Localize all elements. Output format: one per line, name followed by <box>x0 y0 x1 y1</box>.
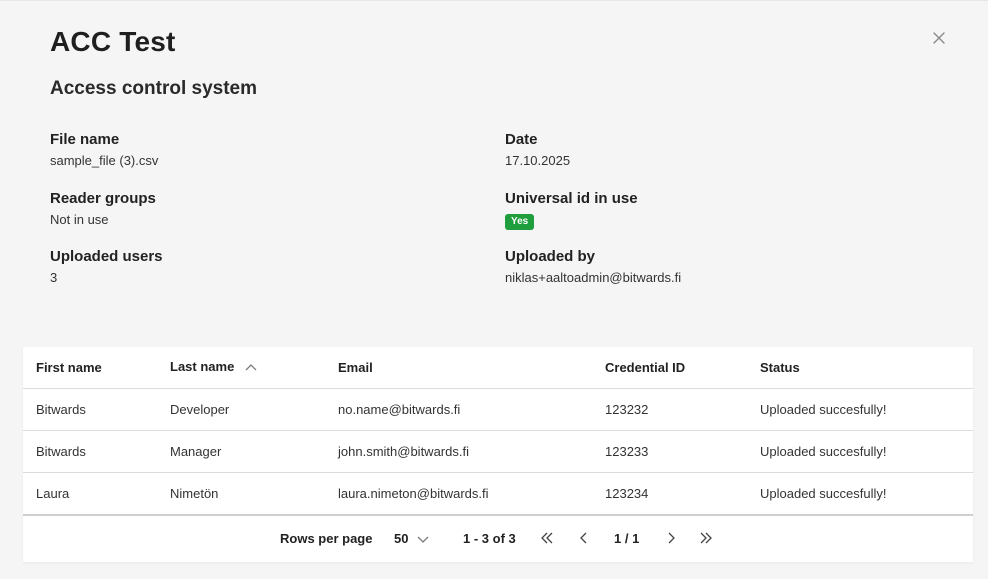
date-value: 17.10.2025 <box>505 153 571 168</box>
status-badge: Yes <box>505 214 535 230</box>
status-cell: Uploaded succesfully! <box>760 444 887 459</box>
reader-groups-value: Not in use <box>50 212 109 227</box>
column-header-credential-id[interactable]: Credential ID <box>592 347 747 389</box>
pagination-range: 1 - 3 of 3 <box>463 531 516 546</box>
users-table: First name Last name Email Credential ID… <box>23 347 973 516</box>
uploaded-users-value: 3 <box>50 270 58 285</box>
credential-id-cell: 123232 <box>605 402 649 417</box>
credential-id-cell: 123233 <box>605 444 649 459</box>
first-name-cell: Laura <box>36 486 70 501</box>
first-name-cell: Bitwards <box>36 402 86 417</box>
table-row: Bitwards Developer no.name@bitwards.fi 1… <box>23 388 973 431</box>
uploaded-users-label: Uploaded users <box>50 248 163 265</box>
chevron-right-icon <box>668 532 675 544</box>
top-divider <box>0 0 988 1</box>
rows-per-page-select[interactable]: 50 <box>394 531 430 547</box>
chevron-down-icon <box>416 532 430 547</box>
universal-id-field: Universal id in use Yes <box>505 190 638 230</box>
status-cell: Uploaded succesfully! <box>760 402 887 417</box>
uploaded-by-value: niklas+aaltoadmin@bitwards.fi <box>505 270 682 285</box>
column-header-status[interactable]: Status <box>747 347 973 389</box>
last-name-cell: Developer <box>170 402 230 417</box>
column-header-last-name[interactable]: Last name <box>157 347 325 389</box>
page-subtitle: Access control system <box>50 78 257 99</box>
close-button[interactable] <box>929 28 949 48</box>
table-header-row: First name Last name Email Credential ID… <box>23 347 973 389</box>
chevron-left-icon <box>580 532 587 544</box>
credential-id-cell: 123234 <box>605 486 649 501</box>
universal-id-label: Universal id in use <box>505 190 638 207</box>
file-name-value: sample_file (3).csv <box>50 153 159 168</box>
column-header-first-name[interactable]: First name <box>23 347 157 389</box>
next-page-button[interactable] <box>663 530 679 546</box>
first-page-button[interactable] <box>539 530 555 546</box>
double-chevron-left-icon <box>541 532 553 544</box>
email-cell: laura.nimeton@bitwards.fi <box>338 486 489 501</box>
column-header-email[interactable]: Email <box>325 347 592 389</box>
last-page-button[interactable] <box>698 530 714 546</box>
users-table-card: First name Last name Email Credential ID… <box>23 347 973 562</box>
rows-per-page-value: 50 <box>394 531 409 546</box>
uploaded-users-field: Uploaded users 3 <box>50 248 163 286</box>
status-cell: Uploaded succesfully! <box>760 486 887 501</box>
date-field: Date 17.10.2025 <box>505 131 570 169</box>
reader-groups-field: Reader groups Not in use <box>50 190 156 228</box>
rows-per-page-label: Rows per page <box>280 531 373 546</box>
column-header-label: Last name <box>170 359 235 375</box>
date-label: Date <box>505 131 538 148</box>
table-row: Laura Nimetön laura.nimeton@bitwards.fi … <box>23 472 973 516</box>
previous-page-button[interactable] <box>576 530 592 546</box>
uploaded-by-field: Uploaded by niklas+aaltoadmin@bitwards.f… <box>505 248 681 286</box>
table-row: Bitwards Manager john.smith@bitwards.fi … <box>23 430 973 473</box>
uploaded-by-label: Uploaded by <box>505 248 596 265</box>
last-name-cell: Manager <box>170 444 222 459</box>
reader-groups-label: Reader groups <box>50 190 156 207</box>
first-name-cell: Bitwards <box>36 444 86 459</box>
page-title: ACC Test <box>50 26 176 57</box>
pagination-bar: Rows per page 50 1 - 3 of 3 1 / 1 <box>23 523 973 553</box>
double-chevron-right-icon <box>700 532 712 544</box>
email-cell: john.smith@bitwards.fi <box>338 444 469 459</box>
page-indicator: 1 / 1 <box>614 531 640 546</box>
last-name-cell: Nimetön <box>170 486 219 501</box>
file-name-field: File name sample_file (3).csv <box>50 131 158 169</box>
email-cell: no.name@bitwards.fi <box>338 402 461 417</box>
close-icon <box>933 32 945 44</box>
chevron-up-icon[interactable] <box>244 361 258 376</box>
file-name-label: File name <box>50 131 120 148</box>
